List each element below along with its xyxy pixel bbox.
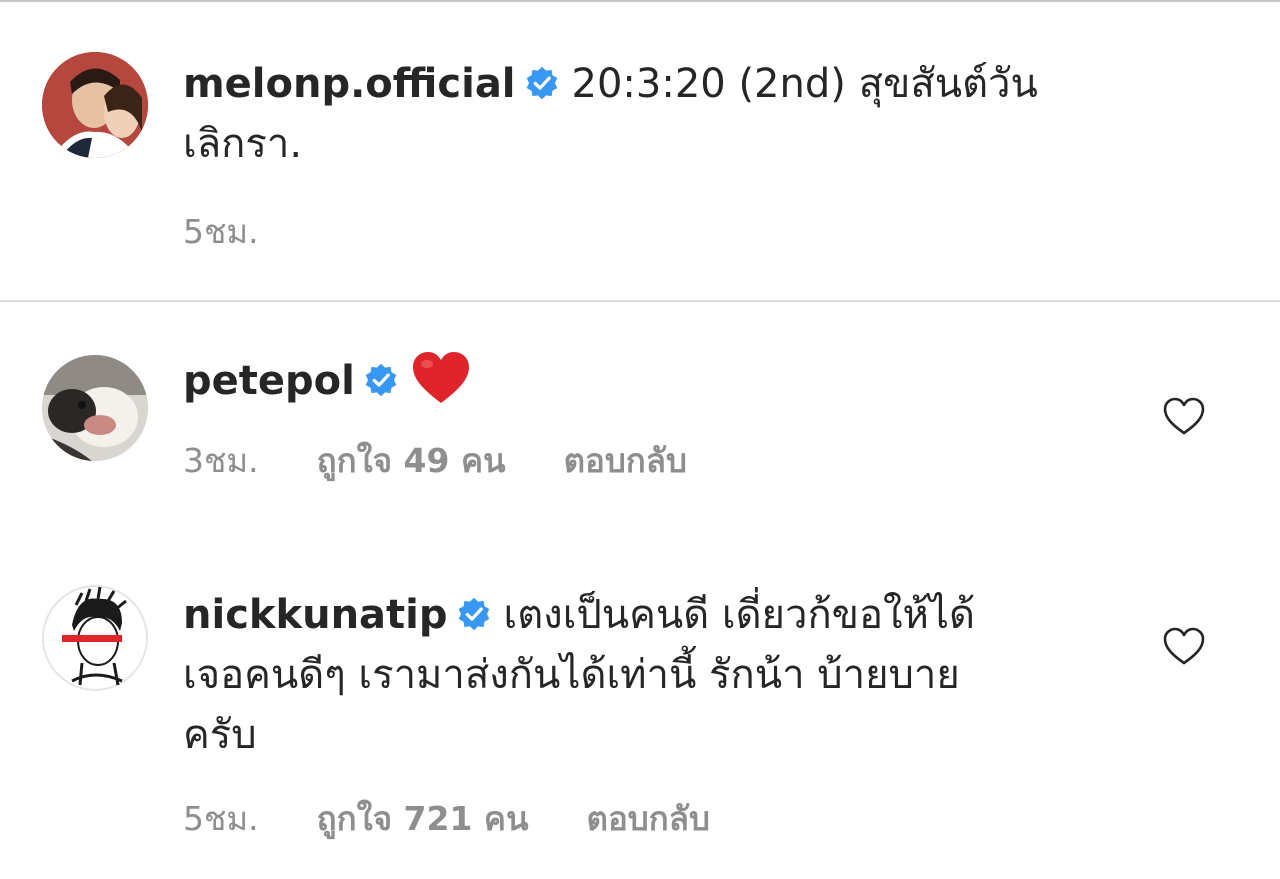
caption-meta: 5ชม. — [183, 210, 1083, 254]
comment-body: nickkunatip เตงเป็นคนดี เดี่ยวก้ขอให้ได้… — [183, 585, 1083, 841]
comment-text: เตงเป็นคนดี เดี่ยวก้ขอให้ได้ — [503, 592, 976, 638]
red-heart-emoji-icon — [412, 352, 469, 403]
verified-badge-icon — [365, 363, 397, 397]
comment-meta: 3ชม. ถูกใจ 49 คน ตอบกลับ — [183, 439, 1083, 483]
caption-text-1: 20:3:20 (2nd) สุขสันต์วัน — [571, 61, 1038, 107]
verified-badge-icon — [458, 597, 489, 631]
heart-outline-icon[interactable] — [1162, 396, 1206, 436]
comment-likes[interactable]: ถูกใจ 49 คน — [317, 439, 506, 483]
comment-likes[interactable]: ถูกใจ 721 คน — [317, 797, 529, 841]
avatar-nickkunatip[interactable] — [42, 585, 148, 691]
verified-badge-icon — [526, 66, 557, 100]
reply-button[interactable]: ตอบกลับ — [564, 439, 687, 483]
reply-button[interactable]: ตอบกลับ — [587, 797, 710, 841]
caption-line-2: เลิกรา. — [183, 121, 303, 167]
caption-body: melonp.official 20:3:20 (2nd) สุขสันต์วั… — [183, 54, 1083, 254]
avatar-melonp-official[interactable] — [42, 52, 148, 158]
comment-text-line-1: nickkunatip เตงเป็นคนดี เดี่ยวก้ขอให้ได้ — [183, 585, 1083, 645]
comment-body: petepol 3ชม. ถูกใจ 49 คน ตอบกลับ — [183, 350, 1083, 483]
comment-meta: 5ชม. ถูกใจ 721 คน ตอบกลับ — [183, 797, 1083, 841]
comment-username[interactable]: nickkunatip — [183, 592, 448, 638]
caption-username[interactable]: melonp.official — [183, 61, 516, 107]
comment-text-line: petepol — [183, 350, 1083, 411]
comment-text-line-2: เจอคนดีๆ เรามาส่งกันได้เท่านี้ รักน้า บ้… — [183, 652, 960, 698]
caption-line-1: melonp.official 20:3:20 (2nd) สุขสันต์วั… — [183, 54, 1083, 114]
post-caption: melonp.official 20:3:20 (2nd) สุขสันต์วั… — [0, 2, 1280, 302]
caption-timestamp[interactable]: 5ชม. — [183, 210, 259, 254]
comment-text-line-3: ครับ — [183, 712, 257, 758]
comment-timestamp[interactable]: 3ชม. — [183, 439, 259, 483]
avatar-petepol[interactable] — [42, 355, 148, 461]
comment-username[interactable]: petepol — [183, 358, 355, 404]
caption-divider — [0, 300, 1280, 302]
comment-timestamp[interactable]: 5ชม. — [183, 797, 259, 841]
heart-outline-icon[interactable] — [1162, 626, 1206, 666]
